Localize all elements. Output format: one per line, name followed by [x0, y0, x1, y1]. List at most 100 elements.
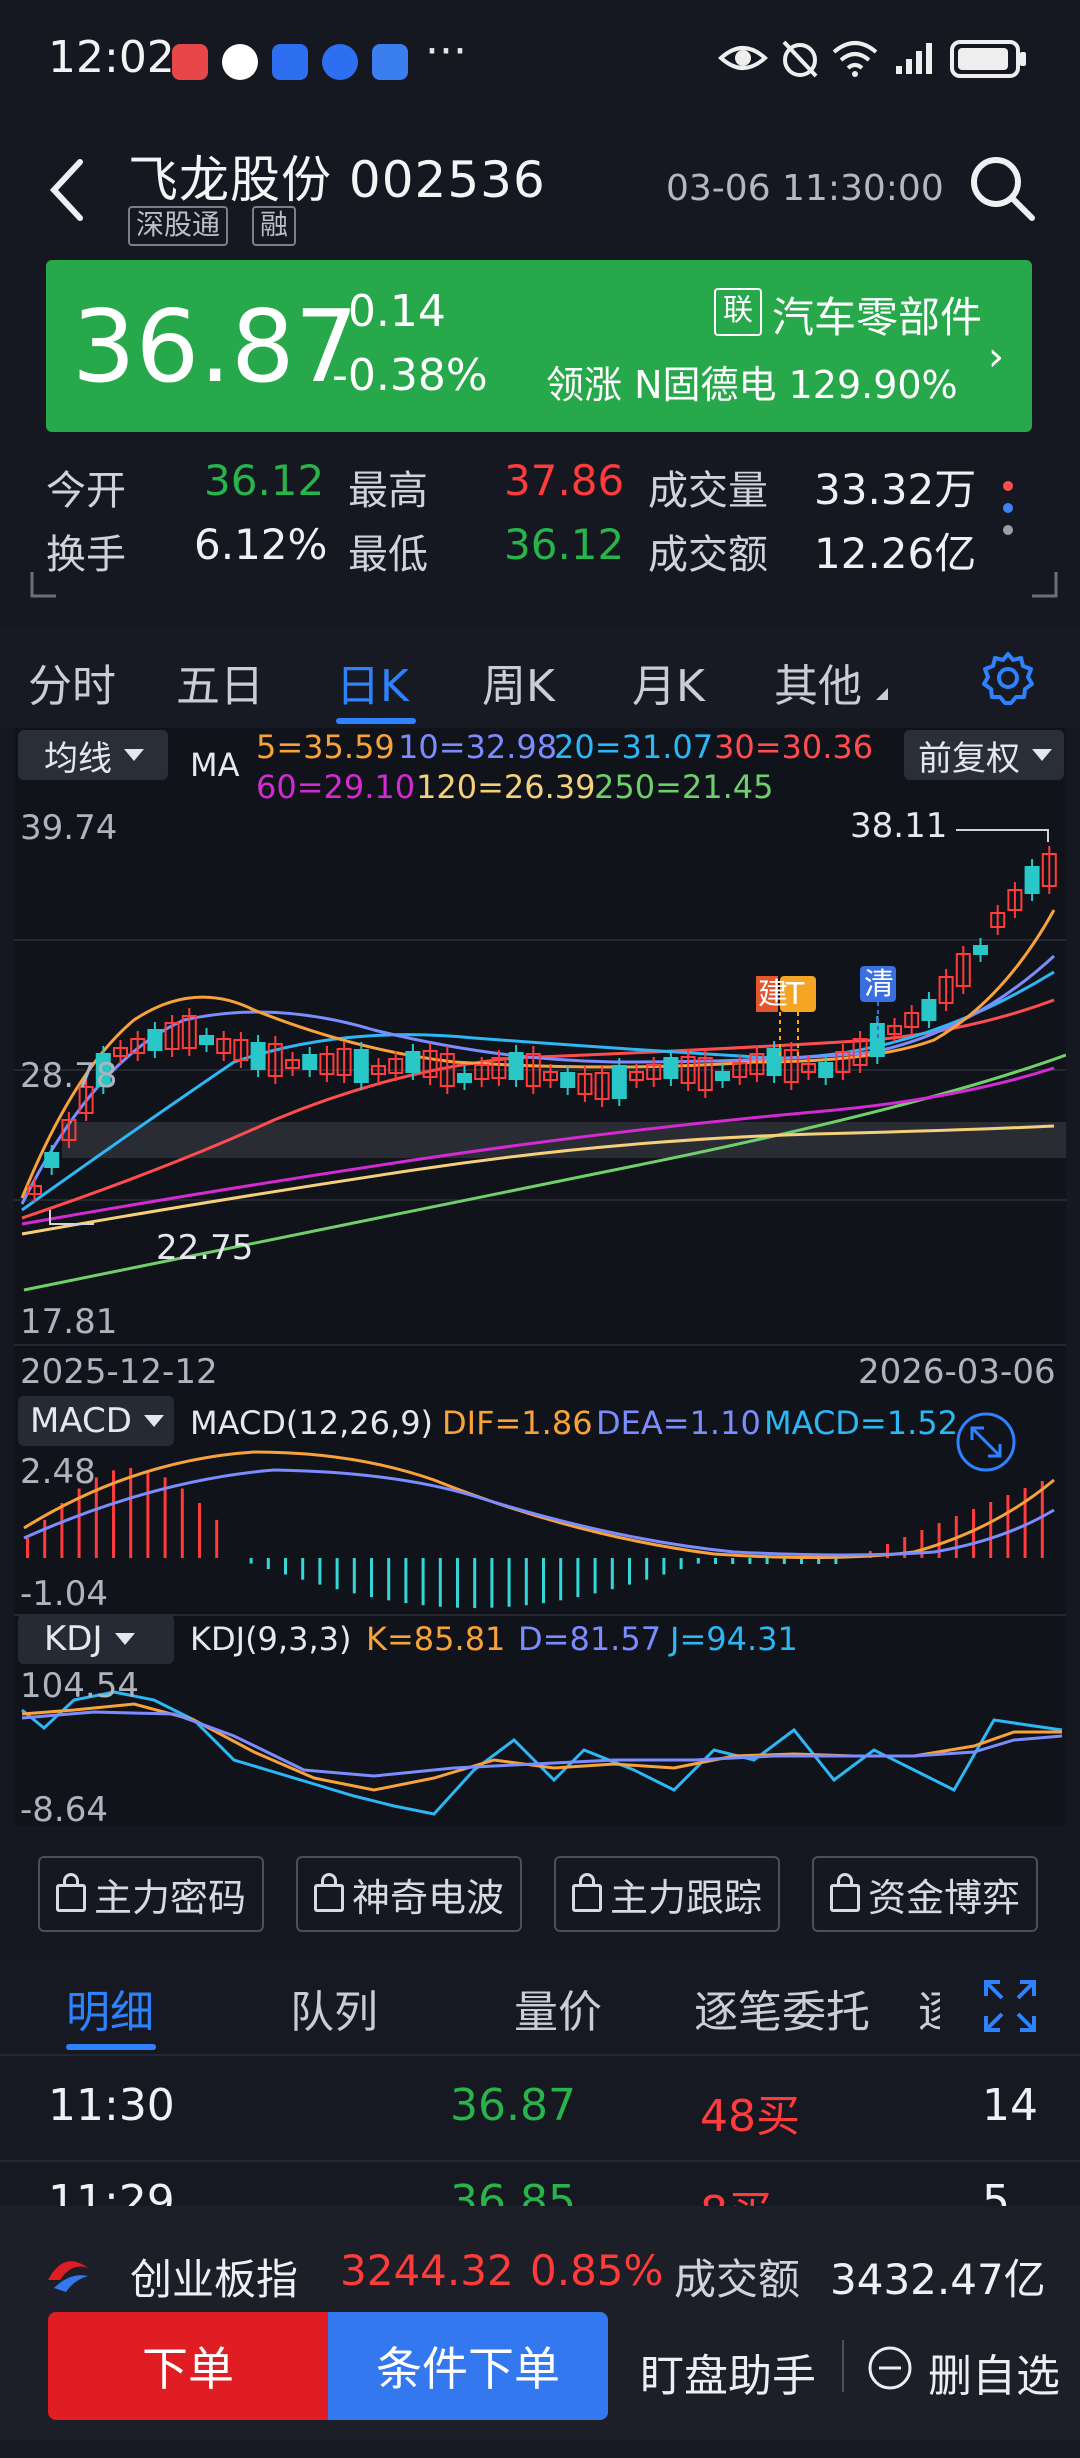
remove-watchlist-button[interactable]: 删自选: [928, 2340, 1060, 2404]
macd-bar: [714, 1558, 717, 1564]
action-divider: [842, 2340, 844, 2392]
alarm-off-icon: [782, 40, 818, 78]
tag-shenzhen-connect: 深股通: [128, 206, 229, 246]
macd-bar: [576, 1558, 580, 1598]
macd-bar: [473, 1558, 477, 1608]
detail-row-0-time: 11:30: [48, 2080, 175, 2131]
macd-dropdown[interactable]: MACD: [18, 1396, 174, 1446]
macd-bar: [765, 1558, 769, 1564]
min-price-label: 22.75: [156, 1228, 254, 1268]
macd-bar: [60, 1503, 64, 1558]
active-tab-indicator: [336, 718, 416, 724]
macd-bar: [834, 1558, 838, 1564]
index-name[interactable]: 创业板指: [130, 2246, 298, 2307]
back-arrow-icon[interactable]: [40, 150, 100, 230]
conditional-order-button[interactable]: 条件下单: [328, 2312, 608, 2420]
stat-value-volume: 33.32万: [814, 465, 977, 514]
kdj-chart: [21, 1690, 1063, 1816]
macd-bar: [696, 1558, 700, 1564]
lock-icon: [571, 1873, 602, 1912]
candle-body: [663, 1057, 679, 1079]
tab-more-truncated[interactable]: 逐: [918, 1976, 940, 2040]
price-banner[interactable]: 36.87 -0.14 -0.38% 联 汽车零部件 领涨 N固德电 129.9…: [46, 260, 1032, 432]
macd-bar: [198, 1503, 201, 1558]
detail-divider: [0, 2054, 1080, 2056]
macd-bar: [438, 1558, 442, 1607]
macd-bar: [284, 1558, 287, 1575]
macd-bar: [352, 1558, 356, 1594]
chevron-down-icon: [1032, 749, 1052, 761]
ma-dropdown-label: 均线: [44, 738, 112, 779]
detail-row-0-price: 36.87: [450, 2080, 576, 2131]
kdj-j: J=94.31: [670, 1620, 798, 1658]
macd-bar: [215, 1519, 219, 1558]
wifi-icon: [832, 41, 878, 77]
price-change: -0.14: [332, 286, 446, 337]
stock-title: 飞龙股份 002536: [128, 151, 546, 209]
macd-bar: [524, 1558, 528, 1606]
macd-bar: [26, 1538, 29, 1558]
macd-bar: [628, 1558, 631, 1585]
lock-icon: [829, 1873, 860, 1912]
chevron-down-icon: [114, 1633, 135, 1645]
qing-marker[interactable]: 清: [864, 967, 894, 1002]
macd-params: MACD(12,26,9): [190, 1404, 434, 1442]
macd-bar: [266, 1558, 270, 1570]
candle-body: [405, 1051, 421, 1073]
notification-compass-icon: [372, 44, 408, 80]
macd-bar: [610, 1558, 614, 1590]
sector-name[interactable]: 汽车零部件: [772, 284, 982, 345]
row-divider: [0, 2160, 1080, 2162]
tab-tick-orders[interactable]: 逐笔委托: [694, 1976, 870, 2040]
tab-weekly-k[interactable]: 周K: [482, 650, 555, 714]
stat-value-high: 37.86: [504, 456, 625, 505]
main-force-code-button[interactable]: 主力密码: [38, 1856, 264, 1932]
magic-wave-button[interactable]: 神奇电波: [296, 1856, 522, 1932]
adjust-dropdown[interactable]: 前复权: [904, 730, 1064, 780]
tab-five-day[interactable]: 五日: [176, 650, 264, 714]
macd-bar: [559, 1558, 563, 1601]
stat-value-low: 36.12: [504, 520, 625, 569]
y-axis-top: 39.74: [20, 808, 118, 848]
tab-queue[interactable]: 队列: [290, 1976, 378, 2040]
main-force-tracking-button[interactable]: 主力跟踪: [554, 1856, 780, 1932]
ma5-value: 5=35.59: [256, 728, 395, 766]
remove-circle-icon[interactable]: [866, 2344, 914, 2392]
kdj-dropdown[interactable]: KDJ: [18, 1614, 174, 1664]
jian-marker[interactable]: 建: [758, 977, 788, 1012]
ma-dropdown[interactable]: 均线: [18, 730, 168, 780]
index-turnover-label: 成交额: [674, 2255, 801, 2304]
capital-game-label: 资金博弈: [867, 1875, 1020, 1920]
macd-bar: [679, 1558, 683, 1570]
candle-body: [199, 1035, 214, 1045]
macd-value: MACD=1.52: [764, 1404, 958, 1442]
chevron-down-icon: [124, 749, 144, 761]
tab-daily-k[interactable]: 日K: [336, 650, 409, 714]
price-change-pct: -0.38%: [332, 350, 488, 401]
macd-bar: [301, 1558, 305, 1580]
status-more: ···: [425, 26, 467, 77]
macd-dea: DEA=1.10: [596, 1404, 761, 1442]
detail-row-1-price: 36.85: [450, 2176, 576, 2206]
gear-icon[interactable]: [980, 650, 1036, 706]
fullscreen-icon[interactable]: [982, 1978, 1038, 2034]
capital-game-button[interactable]: 资金博弈: [812, 1856, 1038, 1932]
candle-body: [457, 1073, 472, 1083]
watch-assistant-button[interactable]: 盯盘助手: [640, 2340, 816, 2404]
tab-intraday[interactable]: 分时: [28, 650, 116, 714]
macd-bar: [1006, 1495, 1010, 1558]
search-icon[interactable]: [966, 152, 1038, 224]
current-price: 36.87: [72, 288, 359, 405]
candle-body: [766, 1048, 782, 1076]
tab-detail[interactable]: 明细: [66, 1976, 154, 2040]
stat-value-turnover-rate: 6.12%: [194, 520, 328, 569]
macd-bar: [782, 1558, 786, 1564]
more-stats-dots-icon[interactable]: [998, 476, 1018, 546]
tab-monthly-k[interactable]: 月K: [632, 650, 705, 714]
status-time: 12:02: [48, 32, 175, 83]
order-button[interactable]: 下单: [48, 2312, 328, 2420]
tab-volume-price[interactable]: 量价: [514, 1976, 602, 2040]
t-marker[interactable]: T: [785, 977, 805, 1012]
tab-other[interactable]: 其他: [774, 650, 862, 714]
candle-body: [353, 1049, 369, 1083]
